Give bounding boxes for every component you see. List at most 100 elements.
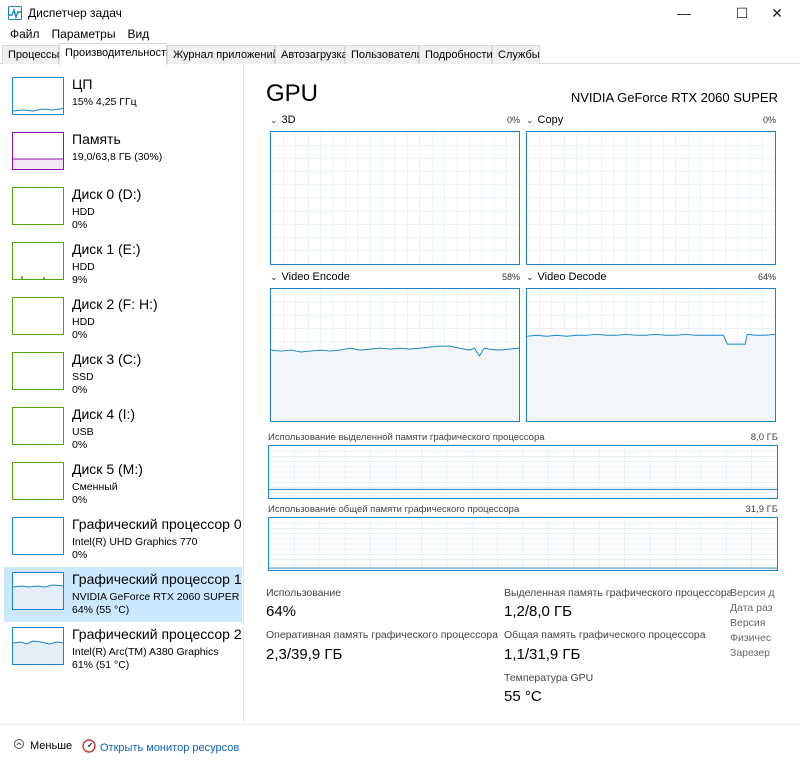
open-resource-monitor-link[interactable]: Открыть монитор ресурсов	[82, 739, 239, 756]
sidebar-item-gpu-1[interactable]: Графический процессор 1 NVIDIA GeForce R…	[4, 567, 242, 622]
reserved-memory-label: Зарезер	[730, 647, 771, 659]
disk-thumbnail-graph	[12, 407, 64, 445]
sidebar-item-gpu-2[interactable]: Графический процессор 2 Intel(R) Arc(TM)…	[4, 622, 242, 677]
sidebar-item-title: Диск 3 (C:)	[72, 351, 142, 367]
sidebar-item-title: Диск 2 (F: H:)	[72, 296, 158, 312]
disk-thumbnail-graph	[12, 462, 64, 500]
gpu-thumbnail-graph	[12, 572, 64, 610]
cpu-thumbnail-graph	[12, 77, 64, 115]
sidebar-item-disk-1[interactable]: Диск 1 (E:) HDD 9%	[4, 237, 242, 292]
tab-processes[interactable]: Процессы	[2, 45, 59, 64]
chevron-down-icon: ⌄	[526, 115, 534, 125]
sidebar-item-model: Intel(R) Arc(TM) A380 Graphics	[72, 646, 219, 658]
tab-services[interactable]: Службы	[492, 45, 540, 64]
tab-details[interactable]: Подробности	[419, 45, 493, 64]
engine-selector-video-decode[interactable]: ⌄ Video Decode	[526, 271, 606, 283]
sidebar-item-disk-3[interactable]: Диск 3 (C:) SSD 0%	[4, 347, 242, 402]
sidebar-item-title: Диск 1 (E:)	[72, 241, 141, 257]
chevron-down-icon: ⌄	[270, 272, 278, 282]
sidebar-item-title: Графический процессор 0	[72, 516, 242, 532]
sidebar-item-title: Диск 4 (I:)	[72, 406, 136, 422]
menu-view[interactable]: Вид	[121, 26, 155, 44]
sidebar-item-detail: 15% 4,25 ГГц	[72, 96, 137, 108]
sidebar-item-title: Графический процессор 2	[72, 626, 242, 642]
usage-label: Использование	[266, 587, 342, 599]
sidebar-item-usage: 0%	[72, 494, 88, 506]
sidebar-item-usage: 64% (55 °C)	[72, 604, 130, 616]
tab-bar: Процессы Производительность Журнал прило…	[0, 43, 800, 65]
dedicated-memory-stat-label: Выделенная память графического процессор…	[504, 587, 733, 599]
window-title: Диспетчер задач	[28, 6, 122, 20]
gpu-device-name: NVIDIA GeForce RTX 2060 SUPER	[570, 90, 778, 105]
engine-graph-3d	[270, 131, 520, 265]
sidebar-item-usage: 9%	[72, 274, 88, 286]
engine-percent: 58%	[501, 272, 520, 282]
directx-version-label: Версия	[730, 617, 766, 629]
chevron-up-icon	[14, 739, 24, 752]
shared-memory-stat-value: 1,1/31,9 ГБ	[504, 646, 581, 663]
dedicated-memory-max: 8,0 ГБ	[750, 432, 778, 443]
engine-name: Video Decode	[537, 271, 607, 283]
footer: Меньше Открыть монитор ресурсов	[0, 724, 800, 765]
graph-grid	[269, 518, 777, 570]
gpu-temperature-label: Температура GPU	[504, 672, 594, 684]
fewer-details-button[interactable]: Меньше	[14, 739, 72, 752]
tab-performance[interactable]: Производительность	[59, 43, 172, 65]
page-title: GPU	[266, 80, 319, 107]
tab-startup[interactable]: Автозагрузка	[275, 45, 348, 64]
sidebar-item-disk-0[interactable]: Диск 0 (D:) HDD 0%	[4, 182, 242, 237]
memory-thumbnail-graph	[12, 132, 64, 170]
graph-grid	[527, 132, 775, 264]
menu-file[interactable]: Файл	[4, 26, 46, 44]
sidebar-item-memory[interactable]: Память 19,0/63,8 ГБ (30%)	[4, 127, 242, 182]
sidebar-item-cpu[interactable]: ЦП 15% 4,25 ГГц	[4, 72, 242, 127]
tab-app-history[interactable]: Журнал приложений	[167, 45, 279, 64]
physical-location-label: Физичес	[730, 632, 772, 644]
gpu-thumbnail-graph	[12, 517, 64, 555]
sidebar-item-disk-5[interactable]: Диск 5 (M:) Сменный 0%	[4, 457, 242, 512]
engine-graph-video-decode	[526, 288, 776, 422]
sidebar-item-type: HDD	[72, 206, 95, 218]
disk-thumbnail-graph	[12, 297, 64, 335]
chevron-down-icon: ⌄	[526, 272, 534, 282]
sidebar-item-title: ЦП	[72, 76, 93, 92]
menu-bar: Файл Параметры Вид	[0, 26, 800, 44]
engine-name: Copy	[537, 114, 564, 126]
shared-memory-max: 31,9 ГБ	[745, 504, 778, 515]
engine-selector-3d[interactable]: ⌄ 3D	[270, 114, 296, 126]
fewer-details-label: Меньше	[30, 739, 73, 752]
minimize-icon: —	[677, 5, 691, 21]
minimize-button[interactable]: —	[661, 0, 707, 26]
engine-selector-copy[interactable]: ⌄ Copy	[526, 114, 563, 126]
sidebar-item-detail: 19,0/63,8 ГБ (30%)	[72, 151, 163, 163]
gpu-detail-panel: GPU NVIDIA GeForce RTX 2060 SUPER ⌄ 3D 0%…	[246, 64, 800, 724]
dedicated-memory-label: Использование выделенной памяти графичес…	[268, 432, 545, 443]
menu-options[interactable]: Параметры	[46, 26, 122, 44]
shared-memory-label: Использование общей памяти графического …	[268, 504, 520, 515]
close-button[interactable]: ✕	[754, 0, 800, 26]
engine-percent: 0%	[506, 115, 520, 125]
sidebar-item-disk-2[interactable]: Диск 2 (F: H:) HDD 0%	[4, 292, 242, 347]
sidebar-item-usage: 0%	[72, 219, 88, 231]
sidebar-item-usage: 61% (51 °C)	[72, 659, 130, 671]
gpu-ram-value: 2,3/39,9 ГБ	[266, 646, 343, 663]
sidebar-item-type: HDD	[72, 261, 95, 273]
driver-date-label: Дата раз	[730, 602, 773, 614]
disk-thumbnail-graph	[12, 352, 64, 390]
chevron-down-icon: ⌄	[270, 115, 278, 125]
engine-selector-video-encode[interactable]: ⌄ Video Encode	[270, 271, 350, 283]
engine-graph-copy	[526, 131, 776, 265]
tab-users[interactable]: Пользователи	[345, 45, 423, 64]
graph-grid	[271, 132, 519, 264]
usage-value: 64%	[266, 603, 297, 620]
title-bar: Диспетчер задач — ☐ ✕	[0, 0, 800, 26]
disk-thumbnail-graph	[12, 187, 64, 225]
dedicated-memory-stat-value: 1,2/8,0 ГБ	[504, 603, 573, 620]
sidebar-item-disk-4[interactable]: Диск 4 (I:) USB 0%	[4, 402, 242, 457]
shared-memory-graph	[268, 517, 778, 571]
task-manager-icon	[8, 6, 22, 20]
maximize-icon: ☐	[735, 4, 749, 21]
sidebar-item-type: Сменный	[72, 481, 118, 493]
gpu-temperature-value: 55 °C	[504, 688, 542, 705]
sidebar-item-gpu-0[interactable]: Графический процессор 0 Intel(R) UHD Gra…	[4, 512, 242, 567]
